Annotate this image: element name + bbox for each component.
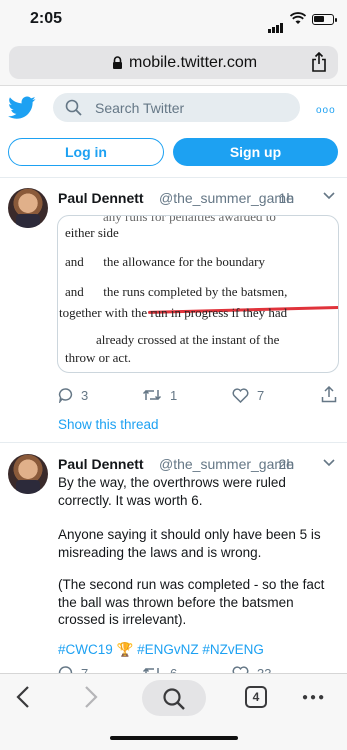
avatar[interactable] xyxy=(8,454,48,494)
more-options-icon[interactable]: ooo xyxy=(316,105,336,116)
search-icon xyxy=(163,688,185,710)
tweet-image[interactable]: any runs for penalties awarded to either… xyxy=(57,215,339,373)
tweet-body-line: the ball was thrown before the batsmen xyxy=(58,595,294,610)
tweet-body-line: (The second run was completed - so the f… xyxy=(58,577,325,592)
hashtags[interactable]: #CWC19 🏆 #ENGvNZ #NZvENG xyxy=(58,642,264,658)
image-text-line: together with the run in progress if the… xyxy=(59,305,288,320)
divider xyxy=(0,442,347,443)
show-thread-link[interactable]: Show this thread xyxy=(58,417,159,432)
tweet-author-name[interactable]: Paul Dennett xyxy=(58,190,144,206)
image-text-line: and the runs completed by the batsmen, xyxy=(65,284,288,299)
image-text-line: throw or act. xyxy=(65,350,132,365)
more-menu-icon[interactable]: ●●● xyxy=(302,692,326,703)
image-text-line: and the allowance for the boundary xyxy=(65,254,265,269)
reply-icon[interactable] xyxy=(58,387,74,403)
reply-count: 3 xyxy=(81,388,89,403)
share-icon[interactable] xyxy=(321,386,337,403)
status-bar: 2:05 xyxy=(0,0,347,40)
twitter-search-input[interactable]: Search Twitter xyxy=(53,93,300,122)
home-indicator xyxy=(110,736,238,740)
avatar[interactable] xyxy=(8,188,48,228)
chevron-down-icon[interactable] xyxy=(323,192,335,200)
tweet-body-line: correctly. It was worth 6. xyxy=(58,493,203,508)
heart-icon[interactable] xyxy=(232,388,249,403)
like-count: 7 xyxy=(257,388,265,403)
login-button[interactable]: Log in xyxy=(8,138,164,166)
share-icon[interactable] xyxy=(311,52,327,72)
twitter-bird-icon[interactable] xyxy=(8,96,36,120)
wifi-icon xyxy=(290,12,306,24)
status-time: 2:05 xyxy=(30,10,63,27)
lock-icon xyxy=(113,56,122,69)
image-text-line: either side xyxy=(65,225,119,240)
url-text: mobile.twitter.com xyxy=(129,54,258,71)
tweet-body-line: crossed is irrelevant). xyxy=(58,612,187,627)
tweet-timestamp[interactable]: · 2h xyxy=(270,456,294,472)
image-text-line: any runs for penalties awarded to xyxy=(103,215,276,224)
chevron-down-icon[interactable] xyxy=(323,459,335,467)
cellular-signal-icon xyxy=(268,15,284,33)
auth-buttons: Log in Sign up xyxy=(0,138,347,170)
retweet-icon[interactable] xyxy=(142,388,162,402)
back-icon[interactable] xyxy=(16,685,30,709)
tweet-timestamp[interactable]: · 1h xyxy=(270,190,294,206)
tweet-body-line: By the way, the overthrows were ruled xyxy=(58,475,286,490)
tweet-author-name[interactable]: Paul Dennett xyxy=(58,456,144,472)
divider xyxy=(0,177,347,178)
tweet-body-line: Anyone saying it should only have been 5… xyxy=(58,527,321,542)
forward-icon[interactable] xyxy=(84,685,98,709)
signup-button[interactable]: Sign up xyxy=(173,138,338,166)
search-icon xyxy=(65,99,82,116)
twitter-header: Search Twitter ooo xyxy=(0,86,347,132)
find-button[interactable] xyxy=(142,680,206,716)
image-text-line: already crossed at the instant of the xyxy=(96,332,280,347)
search-placeholder: Search Twitter xyxy=(95,100,185,116)
battery-icon xyxy=(312,14,337,25)
tabs-button[interactable]: 4 xyxy=(245,686,267,708)
browser-address-area: mobile.twitter.com xyxy=(0,40,347,86)
tweet-body-line: misreading the laws and is wrong. xyxy=(58,545,262,560)
retweet-count: 1 xyxy=(170,388,178,403)
address-bar[interactable]: mobile.twitter.com xyxy=(9,46,338,79)
